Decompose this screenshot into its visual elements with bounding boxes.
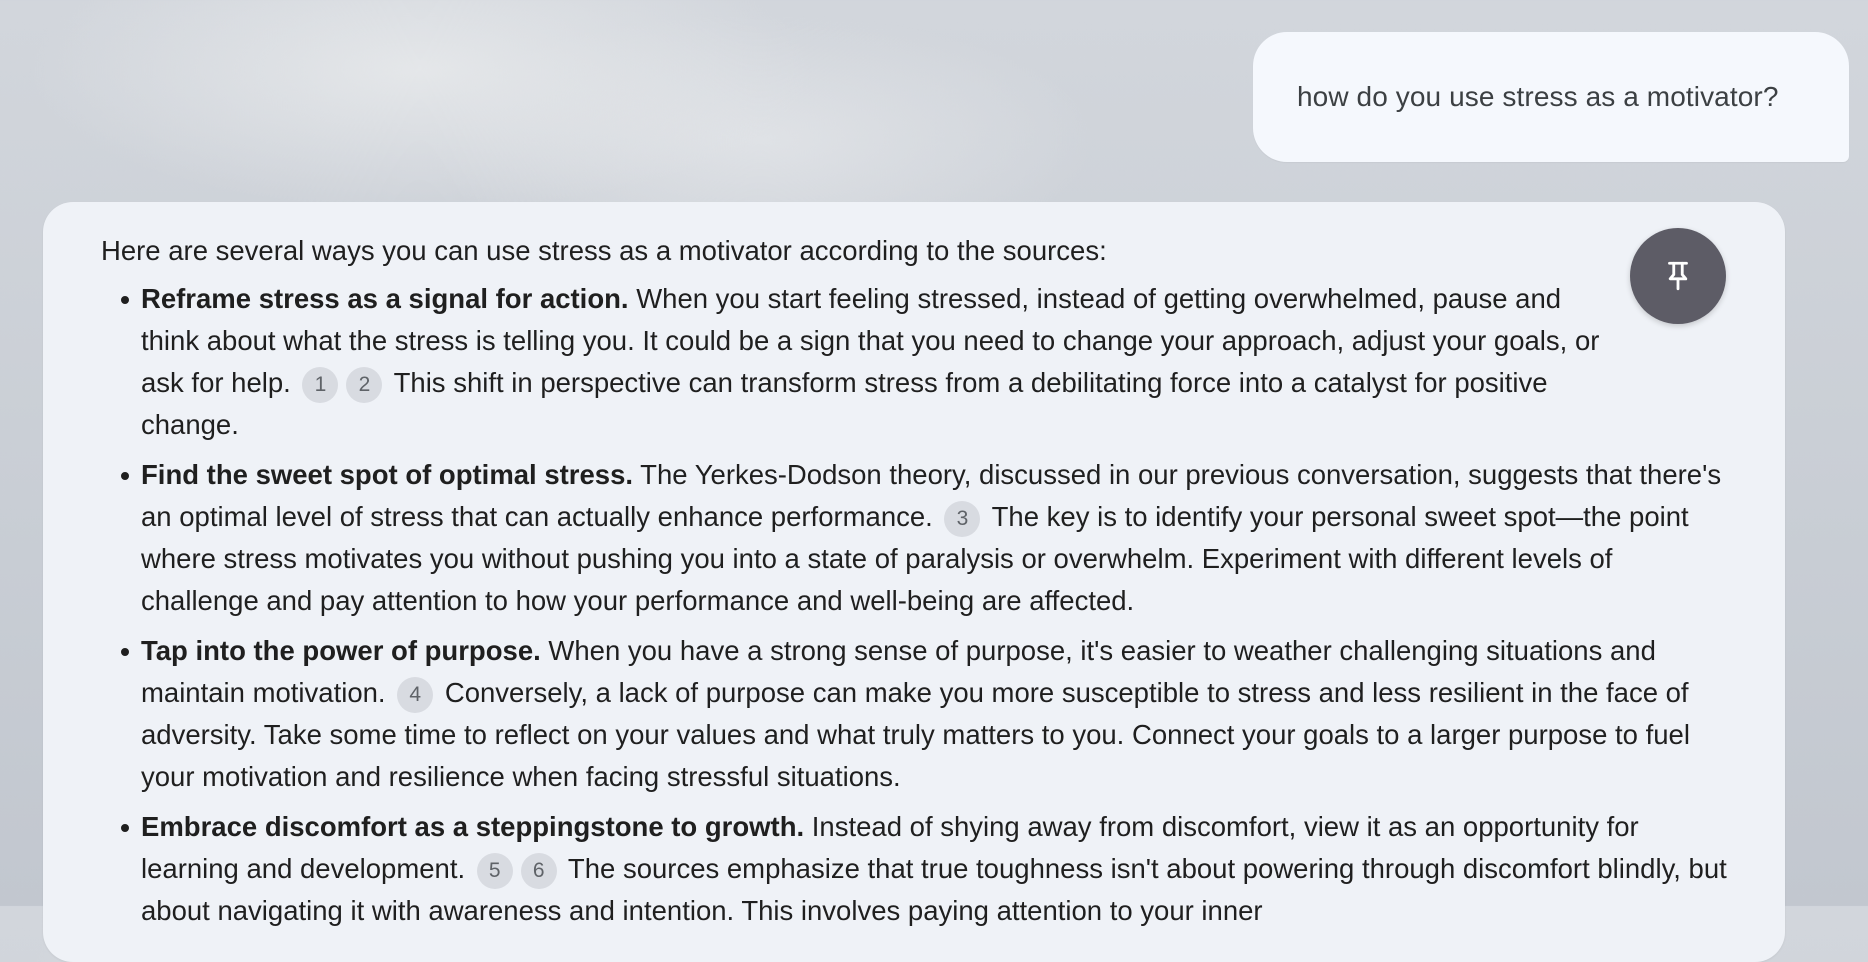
list-item: Reframe stress as a signal for action. W… [101, 278, 1728, 446]
citation-chip[interactable]: 3 [944, 501, 981, 537]
point-heading: Tap into the power of purpose. [141, 635, 541, 666]
response-points-list: Reframe stress as a signal for action. W… [101, 278, 1728, 932]
user-message-bubble: how do you use stress as a motivator? [1253, 32, 1849, 162]
response-intro: Here are several ways you can use stress… [101, 235, 1107, 266]
list-item: Tap into the power of purpose. When you … [101, 630, 1728, 798]
user-message-text: how do you use stress as a motivator? [1297, 81, 1779, 112]
citation-chip[interactable]: 6 [520, 853, 557, 889]
point-heading: Embrace discomfort as a steppingstone to… [141, 811, 805, 842]
response-card: Here are several ways you can use stress… [43, 202, 1785, 962]
point-heading: Find the sweet spot of optimal stress. [141, 459, 634, 490]
pin-button[interactable] [1630, 228, 1726, 324]
list-item: Find the sweet spot of optimal stress. T… [101, 454, 1728, 622]
citation-chip[interactable]: 5 [476, 853, 513, 889]
point-heading: Reframe stress as a signal for action. [141, 283, 629, 314]
pin-icon [1668, 261, 1688, 291]
citation-chip[interactable]: 4 [397, 677, 434, 713]
citation-chip[interactable]: 1 [302, 367, 339, 403]
citation-chip[interactable]: 2 [346, 367, 383, 403]
list-item: Embrace discomfort as a steppingstone to… [101, 806, 1728, 932]
